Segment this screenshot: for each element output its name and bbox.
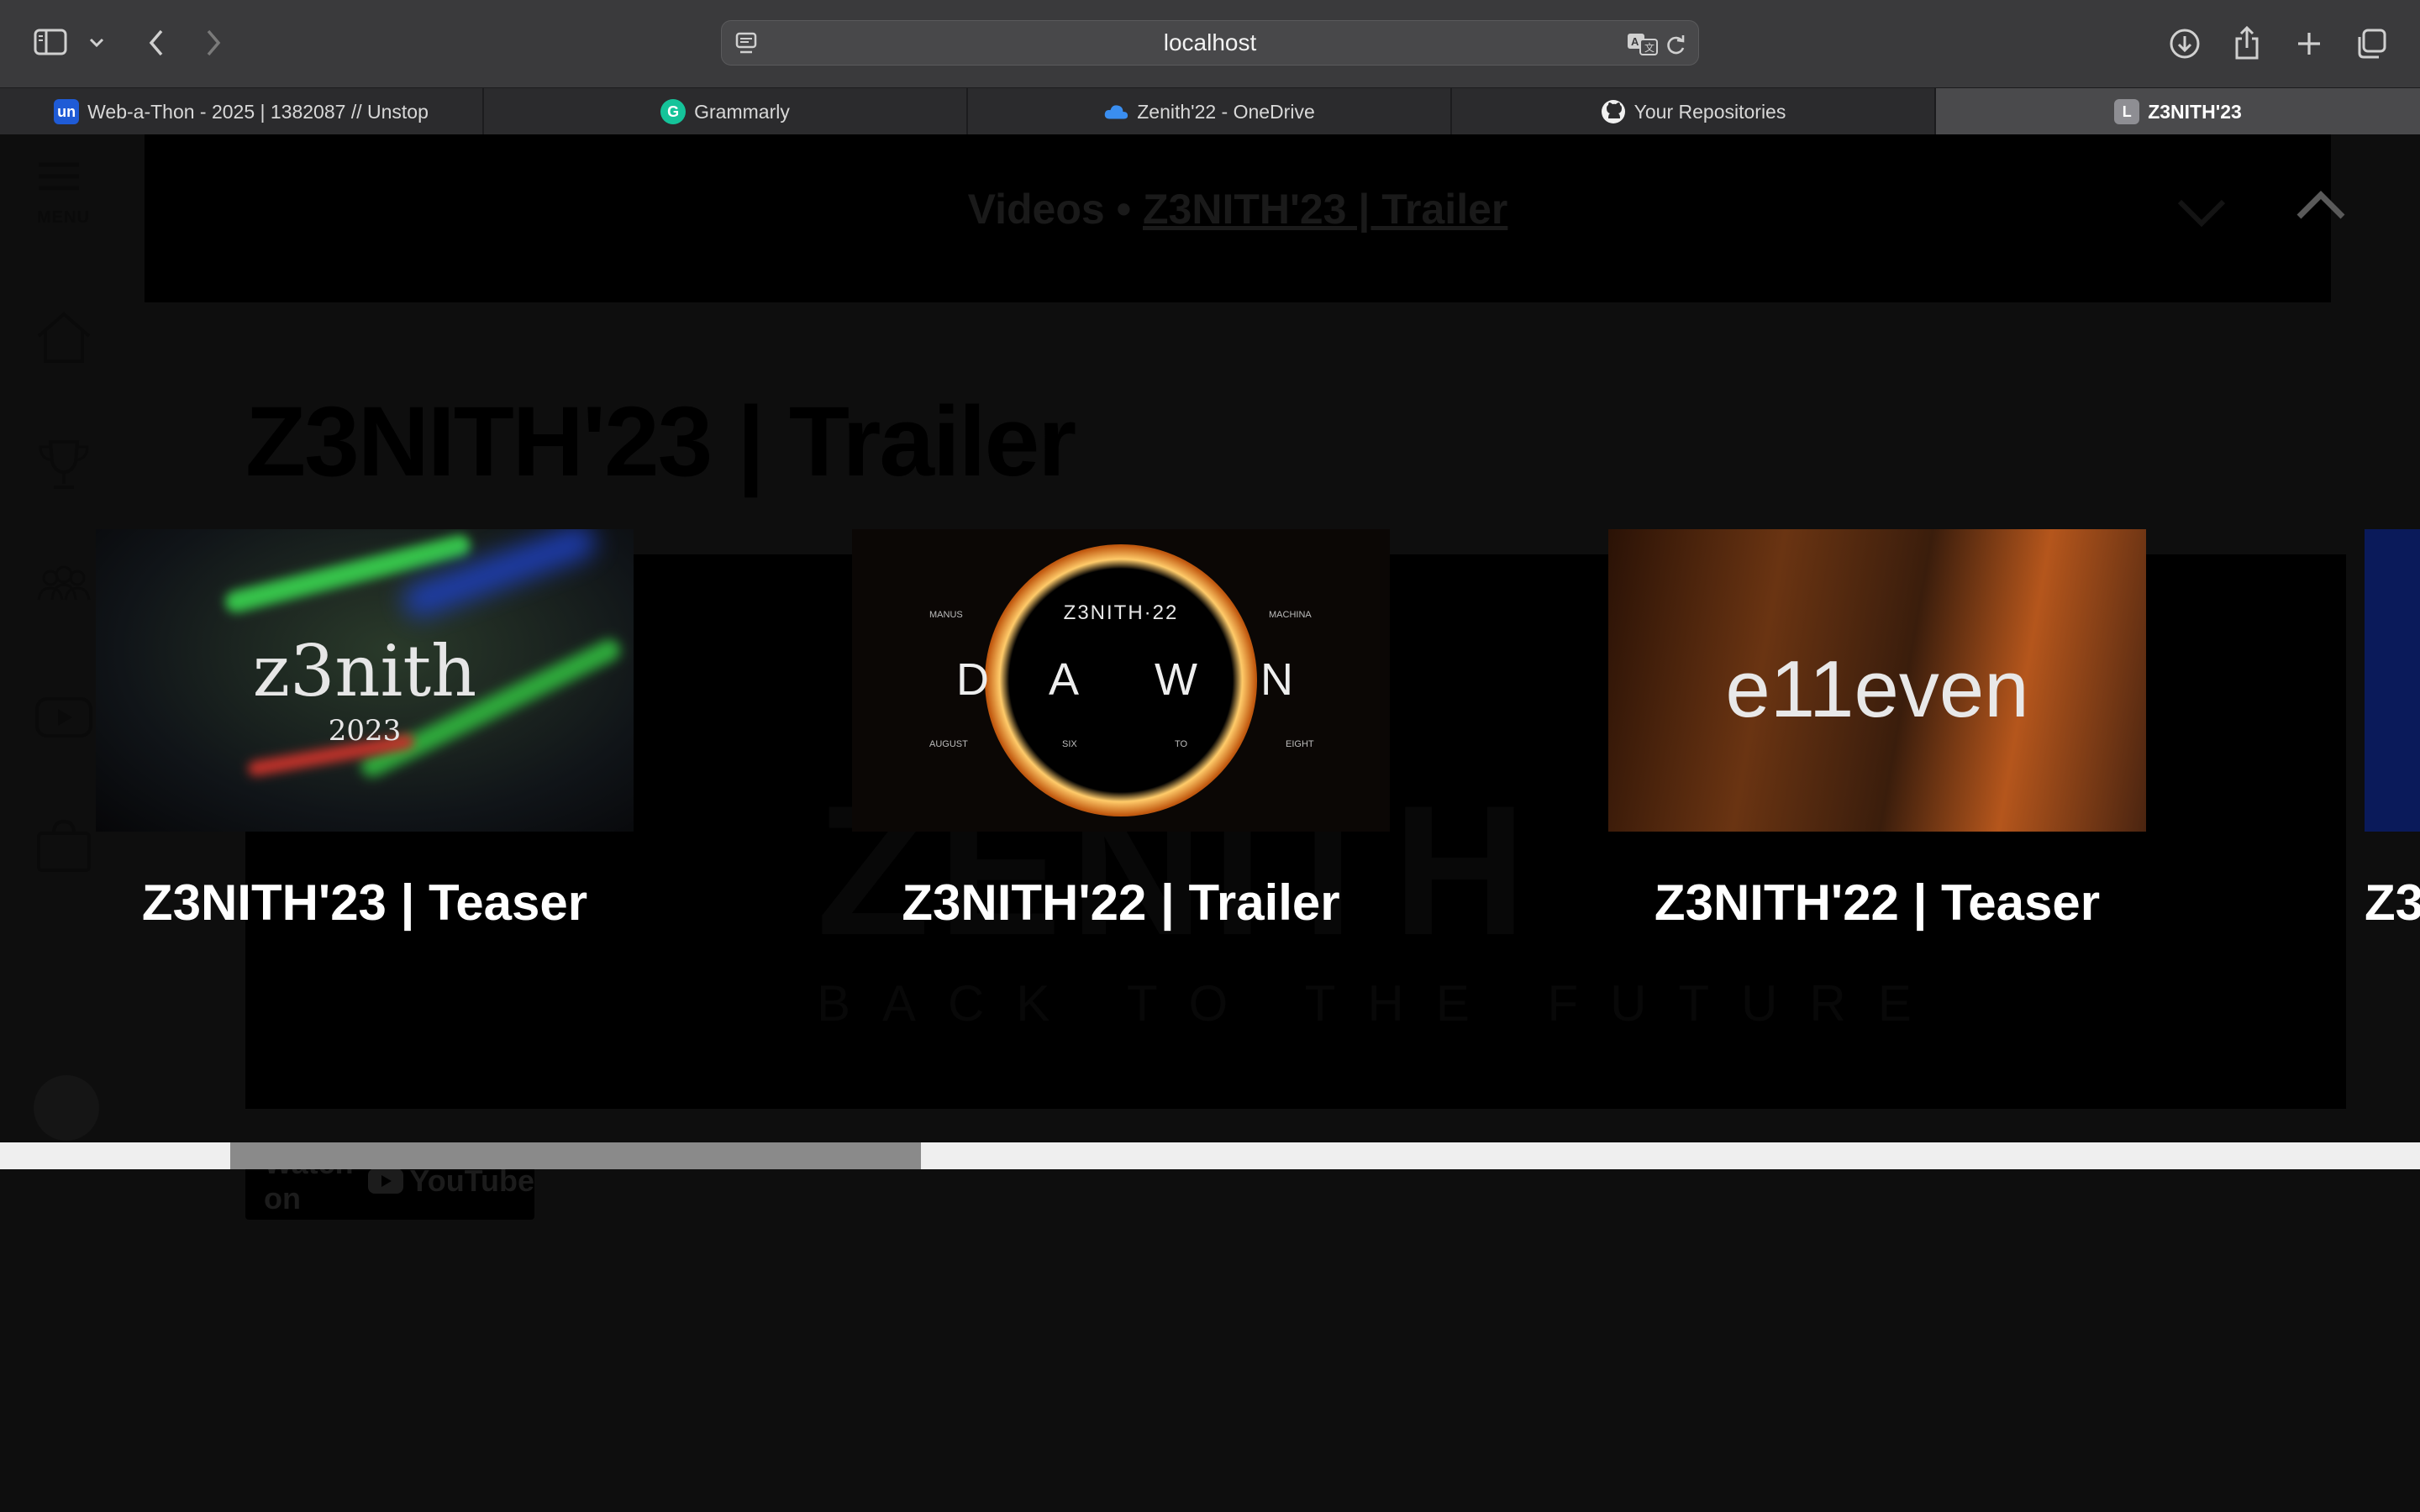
page-viewport: Videos • Z3NITH'23 | Trailer MENU Z3NITH…	[0, 134, 2420, 1512]
youtube-icon[interactable]	[34, 687, 94, 748]
thumb-letter: W	[1155, 654, 1197, 705]
menu-label: MENU	[37, 208, 90, 227]
video-card[interactable]: e11even Z3NITH'22 | Teaser	[1608, 529, 2146, 932]
thumb-word: MANUS	[929, 610, 963, 620]
translate-icon[interactable]: A文	[1626, 29, 1660, 58]
forward-icon[interactable]	[197, 25, 230, 60]
video-title[interactable]: Z3NITH'22 | Trailer	[852, 874, 1390, 932]
url-text[interactable]: localhost	[722, 21, 1698, 65]
back-icon[interactable]	[139, 25, 173, 60]
github-icon	[1601, 99, 1626, 124]
shopping-bag-icon[interactable]	[34, 815, 94, 875]
thumb-title: e11even	[1725, 644, 2029, 734]
tab-label: Web-a-Thon - 2025 | 1382087 // Unstop	[87, 100, 429, 123]
video-title[interactable]: Z3NITH'23 | Teaser	[96, 874, 634, 932]
chevron-down-icon[interactable]	[2168, 193, 2235, 244]
home-icon[interactable]	[34, 307, 94, 368]
tab-overview-icon[interactable]	[2353, 25, 2390, 62]
breadcrumb-current-link[interactable]: Z3NITH'23 | Trailer	[1143, 186, 1507, 233]
thumb-subtitle: 2023	[328, 714, 402, 748]
tab-label: Your Repositories	[1634, 100, 1786, 123]
video-title[interactable]: Z3NITH'22 | Teaser	[1608, 874, 2146, 932]
address-bar[interactable]: localhost A文	[721, 20, 1699, 66]
tab-grammarly[interactable]: G Grammarly	[484, 88, 968, 135]
chevron-down-icon[interactable]	[84, 30, 109, 55]
tab-bar: un Web-a-Thon - 2025 | 1382087 // Unstop…	[0, 87, 2420, 135]
new-tab-icon[interactable]	[2291, 25, 2328, 62]
video-thumbnail[interactable]	[2365, 529, 2420, 832]
thumb-word: TO	[1175, 739, 1188, 749]
thumb-word: AUGUST	[929, 739, 968, 749]
trophy-icon[interactable]	[34, 435, 94, 496]
breadcrumb-prefix: Videos •	[967, 186, 1132, 233]
thumb-title: z3nith	[252, 630, 477, 712]
grammarly-icon: G	[660, 99, 687, 124]
tab-unstop[interactable]: un Web-a-Thon - 2025 | 1382087 // Unstop	[0, 88, 484, 135]
video-card[interactable]: Z3	[2365, 529, 2420, 932]
svg-text:A: A	[1631, 35, 1639, 48]
thumb-word: EIGHT	[1286, 739, 1314, 749]
svg-text:文: 文	[1644, 41, 1655, 54]
tab-label: Z3NITH'23	[2148, 100, 2242, 123]
tab-onedrive[interactable]: Zenith'22 - OneDrive	[968, 88, 1452, 135]
page-title: Z3NITH'23 | Trailer	[245, 386, 1076, 497]
tab-label: Grammarly	[694, 100, 790, 123]
thumb-word: MACHINA	[1269, 610, 1312, 620]
scrollbar-thumb[interactable]	[230, 1142, 921, 1169]
background-tagline: BACK TO THE FUTURE	[817, 975, 1944, 1032]
unstop-icon: un	[54, 99, 80, 124]
user-avatar[interactable]	[34, 1075, 99, 1141]
video-thumbnail[interactable]: Z3NITH·22 MANUS MACHINA D A W N AUGUST S…	[852, 529, 1390, 832]
eclipse-glow	[985, 544, 1257, 816]
video-title[interactable]: Z3	[2365, 874, 2420, 932]
scroll-top-chevron-icon[interactable]	[2287, 183, 2354, 234]
sidebar-toggle-icon[interactable]	[32, 25, 69, 59]
tab-z3nith[interactable]: L Z3NITH'23	[1936, 88, 2420, 135]
team-icon[interactable]	[34, 559, 94, 620]
download-icon[interactable]	[2166, 25, 2203, 62]
thumb-letter: A	[1049, 654, 1080, 705]
carousel-scrollbar[interactable]	[0, 1142, 2420, 1169]
video-thumbnail[interactable]: e11even	[1608, 529, 2146, 832]
thumb-letter: N	[1260, 654, 1293, 705]
thumb-word: SIX	[1062, 739, 1077, 749]
thumb-letter: D	[956, 654, 989, 705]
letter-l-icon: L	[2114, 99, 2140, 124]
breadcrumb: Videos • Z3NITH'23 | Trailer	[145, 185, 2331, 234]
onedrive-cloud-icon	[1103, 99, 1128, 124]
video-thumbnail[interactable]: z3nith 2023	[96, 529, 634, 832]
video-card[interactable]: Z3NITH·22 MANUS MACHINA D A W N AUGUST S…	[852, 529, 1390, 932]
browser-toolbar: localhost A文	[0, 0, 2420, 87]
tab-github[interactable]: Your Repositories	[1452, 88, 1936, 135]
video-card[interactable]: z3nith 2023 Z3NITH'23 | Teaser	[96, 529, 634, 932]
tab-label: Zenith'22 - OneDrive	[1137, 100, 1315, 123]
share-icon[interactable]	[2228, 24, 2265, 62]
reload-icon[interactable]	[1661, 31, 1690, 58]
breadcrumb-banner: Videos • Z3NITH'23 | Trailer	[145, 134, 2331, 302]
